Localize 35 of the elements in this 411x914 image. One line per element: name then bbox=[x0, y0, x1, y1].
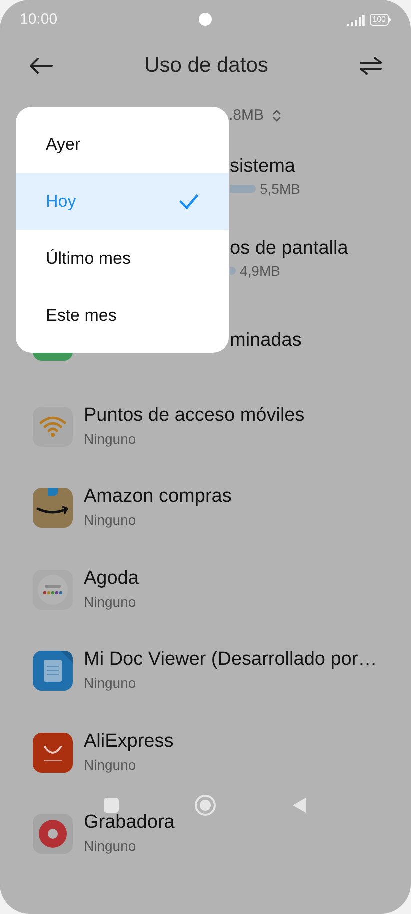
up-down-chevron-icon[interactable] bbox=[272, 109, 282, 123]
usage-bar bbox=[230, 185, 256, 193]
record-icon bbox=[33, 814, 73, 854]
smile-bag-icon bbox=[33, 732, 73, 773]
app-name: Amazon compras bbox=[84, 485, 232, 510]
back-arrow-icon[interactable] bbox=[28, 57, 54, 75]
signal-icon bbox=[346, 14, 365, 26]
app-name: Puntos de acceso móviles bbox=[84, 404, 305, 428]
row-title: sistema bbox=[230, 155, 296, 179]
app-usage: Ninguno bbox=[84, 511, 138, 530]
total-usage: .8MB bbox=[229, 106, 264, 126]
usage-bar bbox=[230, 267, 236, 275]
app-name: Grabadora bbox=[84, 811, 175, 836]
page-title: Uso de datos bbox=[144, 53, 268, 80]
app-name: AliExpress bbox=[84, 730, 174, 754]
app-usage: Ninguno bbox=[84, 430, 138, 449]
swap-arrows-icon[interactable] bbox=[359, 56, 383, 76]
battery-icon: 100 bbox=[370, 14, 391, 26]
usage-amount: 4,9MB bbox=[240, 262, 280, 280]
check-icon bbox=[179, 194, 199, 210]
app-name: Mi Doc Viewer (Desarrollado por… bbox=[84, 648, 378, 672]
dots-logo-icon bbox=[33, 570, 73, 610]
row-title: os de pantalla bbox=[230, 237, 348, 261]
app-usage: Ninguno bbox=[84, 674, 138, 694]
app-name: Agoda bbox=[84, 566, 139, 591]
app-usage: Ninguno bbox=[84, 756, 138, 775]
document-icon bbox=[33, 651, 73, 692]
status-time: 10:00 bbox=[20, 10, 58, 30]
row-title: minadas bbox=[230, 329, 302, 353]
camera-hole bbox=[199, 13, 212, 26]
app-usage: Ninguno bbox=[84, 592, 138, 612]
wifi-icon bbox=[33, 406, 73, 447]
box-icon bbox=[33, 488, 73, 528]
usage-amount: 5,5MB bbox=[260, 180, 300, 198]
app-usage: Ninguno bbox=[84, 837, 138, 856]
